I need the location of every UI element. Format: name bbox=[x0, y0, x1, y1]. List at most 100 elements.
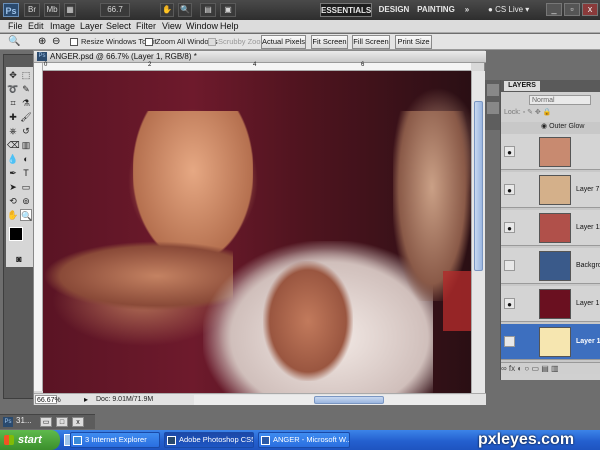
layer-thumbnail bbox=[539, 175, 571, 205]
restore-icon[interactable]: ▫ bbox=[564, 3, 580, 16]
vertical-scrollbar[interactable] bbox=[471, 71, 485, 393]
horizontal-scrollbar[interactable] bbox=[194, 395, 470, 405]
visibility-eye-icon[interactable] bbox=[504, 336, 515, 347]
eyedropper-tool-icon[interactable]: ⚗ bbox=[20, 97, 32, 109]
mini-bridge-button[interactable]: Mb bbox=[44, 3, 60, 17]
visibility-eye-icon[interactable]: ● bbox=[504, 184, 515, 195]
minimized-document-bar[interactable]: Ps 31... ▭ □ x bbox=[0, 414, 95, 429]
fit-screen-button[interactable]: Fit Screen bbox=[311, 35, 348, 49]
menu-view[interactable]: View bbox=[162, 20, 181, 33]
more-workspaces-icon[interactable]: » bbox=[460, 3, 474, 17]
quick-mask-icon[interactable]: ◙ bbox=[13, 253, 25, 265]
visibility-eye-icon[interactable]: ● bbox=[504, 146, 515, 157]
3d-rotate-tool-icon[interactable]: ⟲ bbox=[7, 195, 19, 207]
eraser-tool-icon[interactable]: ⌫ bbox=[7, 139, 20, 151]
zoom-icon[interactable]: 🔍 bbox=[178, 3, 192, 17]
blur-tool-icon[interactable]: 💧 bbox=[7, 153, 19, 165]
zoom-percent-field[interactable]: 66.67% bbox=[35, 395, 61, 404]
clone-stamp-tool-icon[interactable]: ⎈ bbox=[7, 125, 19, 137]
ruler-mark: 0 bbox=[44, 62, 48, 68]
zoom-all-windows-checkbox[interactable] bbox=[145, 38, 153, 46]
zoom-tool-icon[interactable]: 🔍 bbox=[8, 36, 20, 47]
maximize-doc-icon[interactable]: □ bbox=[56, 417, 68, 427]
layer-row[interactable]: ● Layer 7 bbox=[501, 172, 600, 208]
horizontal-ruler[interactable]: 0 2 4 6 bbox=[43, 62, 471, 71]
layer-row[interactable]: ● bbox=[501, 134, 600, 170]
gradient-tool-icon[interactable]: ▥ bbox=[20, 139, 32, 151]
quick-select-tool-icon[interactable]: ✎ bbox=[20, 83, 32, 95]
scrubby-zoom-checkbox[interactable] bbox=[208, 38, 216, 46]
layer-row[interactable]: ● Layer 1 c bbox=[501, 286, 600, 322]
pen-tool-icon[interactable]: ✒ bbox=[7, 167, 19, 179]
menu-window[interactable]: Window bbox=[186, 20, 218, 33]
restore-doc-icon[interactable]: ▭ bbox=[40, 417, 52, 427]
document-tab[interactable]: Ps ANGER.psd @ 66.7% (Layer 1, RGB/8) * bbox=[34, 51, 486, 63]
layer-effect-outer-glow[interactable]: ◉ Outer Glow bbox=[541, 122, 600, 132]
zoom-tool-active-icon[interactable]: 🔍 bbox=[20, 209, 32, 221]
type-tool-icon[interactable]: T bbox=[20, 167, 32, 179]
image-canvas[interactable] bbox=[43, 71, 471, 393]
status-menu-icon[interactable]: ▸ bbox=[84, 395, 88, 404]
layer-list: ◉ Outer Glow ● ● Layer 7 ● Layer 12 Backgro ● L… bbox=[501, 122, 600, 362]
bridge-button[interactable]: Br bbox=[24, 3, 40, 17]
foreground-color-swatch[interactable] bbox=[9, 227, 23, 241]
blend-mode-dropdown[interactable]: Normal bbox=[529, 95, 591, 105]
menu-image[interactable]: Image bbox=[50, 20, 75, 33]
move-tool-icon[interactable]: ✥ bbox=[7, 69, 19, 81]
workspace-essentials[interactable]: ESSENTIALS bbox=[320, 3, 372, 17]
task-photoshop[interactable]: Adobe Photoshop CS5 bbox=[164, 432, 254, 448]
arrange-documents-icon[interactable]: ▤ bbox=[200, 3, 216, 17]
menu-layer[interactable]: Layer bbox=[80, 20, 103, 33]
resize-windows-checkbox[interactable] bbox=[70, 38, 78, 46]
zoom-level-dropdown[interactable]: 66.7 bbox=[100, 3, 130, 17]
actions-panel-icon[interactable] bbox=[487, 102, 499, 114]
task-internet-explorer[interactable]: 3 Internet Explorer bbox=[70, 432, 160, 448]
lock-icons[interactable]: ▫ ✎ ✥ 🔒 bbox=[523, 109, 552, 116]
marquee-tool-icon[interactable]: ⬚ bbox=[20, 69, 32, 81]
extras-icon[interactable]: ▦ bbox=[64, 3, 76, 17]
menu-help[interactable]: Help bbox=[220, 20, 239, 33]
lasso-tool-icon[interactable]: ➰ bbox=[7, 83, 19, 95]
task-word[interactable]: ANGER - Microsoft W... bbox=[258, 432, 350, 448]
close-doc-icon[interactable]: x bbox=[72, 417, 84, 427]
cs-live-menu[interactable]: ● CS Live ▾ bbox=[488, 3, 536, 17]
menu-filter[interactable]: Filter bbox=[136, 20, 156, 33]
start-button[interactable]: start bbox=[0, 430, 60, 450]
layers-footer-icons[interactable]: ∞ fx ◐ ○ ▭ ▤ ▥ bbox=[501, 362, 600, 374]
workspace-design[interactable]: DESIGN bbox=[376, 3, 412, 17]
visibility-eye-icon[interactable]: ● bbox=[504, 298, 515, 309]
fill-screen-button[interactable]: Fill Screen bbox=[352, 35, 390, 49]
layer-row[interactable]: ● Layer 12 bbox=[501, 210, 600, 246]
visibility-eye-icon[interactable]: ● bbox=[504, 222, 515, 233]
minimize-icon[interactable]: _ bbox=[546, 3, 562, 16]
layer-row[interactable]: Backgro bbox=[501, 248, 600, 284]
actual-pixels-button[interactable]: Actual Pixels bbox=[261, 35, 306, 49]
dodge-tool-icon[interactable]: ◐ bbox=[20, 153, 32, 165]
shape-tool-icon[interactable]: ▭ bbox=[20, 181, 32, 193]
workspace-painting[interactable]: PAINTING bbox=[416, 3, 456, 17]
menu-edit[interactable]: Edit bbox=[28, 20, 44, 33]
red-top bbox=[443, 271, 471, 331]
zoom-out-icon[interactable]: ⊖ bbox=[52, 36, 60, 47]
crop-tool-icon[interactable]: ⌗ bbox=[7, 97, 19, 109]
print-size-button[interactable]: Print Size bbox=[395, 35, 432, 49]
healing-brush-tool-icon[interactable]: ✚ bbox=[7, 111, 19, 123]
menu-file[interactable]: File bbox=[8, 20, 23, 33]
history-brush-tool-icon[interactable]: ↺ bbox=[20, 125, 32, 137]
history-panel-icon[interactable] bbox=[487, 84, 499, 96]
brush-tool-icon[interactable]: 🖌 bbox=[20, 111, 32, 123]
close-icon[interactable]: x bbox=[582, 3, 598, 16]
menu-select[interactable]: Select bbox=[106, 20, 131, 33]
screen-mode-icon[interactable]: ▣ bbox=[220, 3, 236, 17]
layer-row[interactable]: Layer 1 bbox=[501, 324, 600, 360]
visibility-eye-icon[interactable] bbox=[504, 260, 515, 271]
horizontal-scroll-thumb[interactable] bbox=[314, 396, 384, 404]
zoom-in-icon[interactable]: ⊕ bbox=[38, 36, 46, 47]
vertical-ruler[interactable] bbox=[34, 63, 43, 391]
layers-tab[interactable]: LAYERS bbox=[504, 81, 540, 91]
3d-orbit-tool-icon[interactable]: ⊚ bbox=[20, 195, 32, 207]
path-select-tool-icon[interactable]: ➤ bbox=[7, 181, 19, 193]
vertical-scroll-thumb[interactable] bbox=[474, 101, 483, 271]
hand-tool-icon[interactable]: ✋ bbox=[7, 209, 19, 221]
hand-icon[interactable]: ✋ bbox=[160, 3, 174, 17]
